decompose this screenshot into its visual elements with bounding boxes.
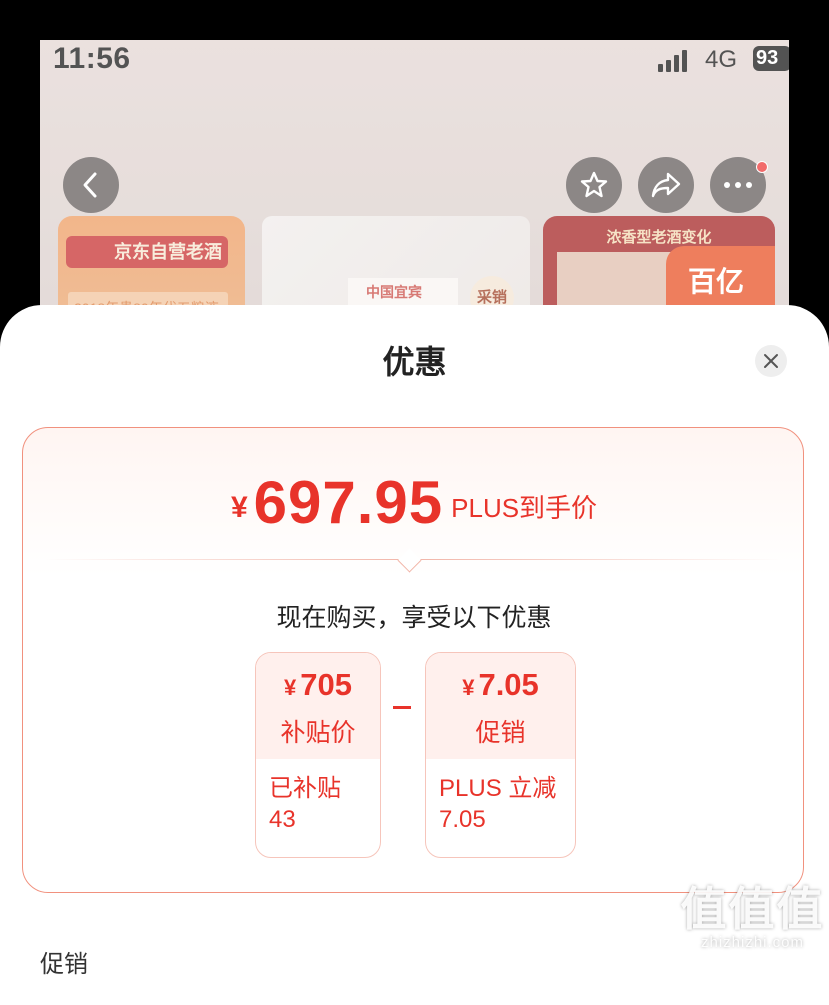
final-price: ¥697.95 PLUS到手价 [23, 468, 805, 537]
promotion-value: ¥7.05 [426, 667, 575, 703]
watermark-domain: zhizhizhi.com [700, 934, 805, 951]
currency-symbol: ¥ [462, 675, 475, 700]
subsidy-price-amount: 705 [300, 667, 352, 702]
subsidy-price-value: ¥705 [256, 667, 380, 703]
promotion-amount: 7.05 [478, 667, 539, 702]
promotion-detail: PLUS 立减 7.05 [439, 775, 557, 833]
promotion-card: ¥7.05 促销 PLUS 立减 7.05 [425, 652, 576, 858]
final-price-label: PLUS到手价 [451, 493, 598, 523]
subsidy-detail: 已补贴 43 [269, 775, 341, 833]
close-icon [764, 354, 778, 368]
subsidy-price-header: ¥705 补贴价 [256, 653, 380, 759]
price-breakdown-card: ¥697.95 PLUS到手价 现在购买，享受以下优惠 ¥705 补贴价 已补贴 … [22, 427, 804, 893]
sheet-title: 优惠 [382, 344, 447, 380]
discount-subtitle: 现在购买，享受以下优惠 [276, 604, 552, 632]
site-watermark: 值值值 zhizhizhi.com [680, 884, 825, 951]
promo-section-label: 促销 [40, 951, 88, 978]
final-price-amount: 697.95 [253, 469, 444, 536]
currency-symbol: ¥ [230, 491, 248, 524]
subsidy-price-label: 补贴价 [280, 719, 356, 747]
subsidy-price-card: ¥705 补贴价 已补贴 43 [255, 652, 381, 858]
minus-operator [393, 706, 411, 709]
currency-symbol: ¥ [284, 675, 297, 700]
close-button[interactable] [755, 345, 787, 377]
promotion-header: ¥7.05 促销 [426, 653, 575, 759]
divider-notch [397, 548, 422, 573]
watermark-logo: 值值值 [680, 883, 825, 935]
promotion-label: 促销 [475, 719, 526, 747]
